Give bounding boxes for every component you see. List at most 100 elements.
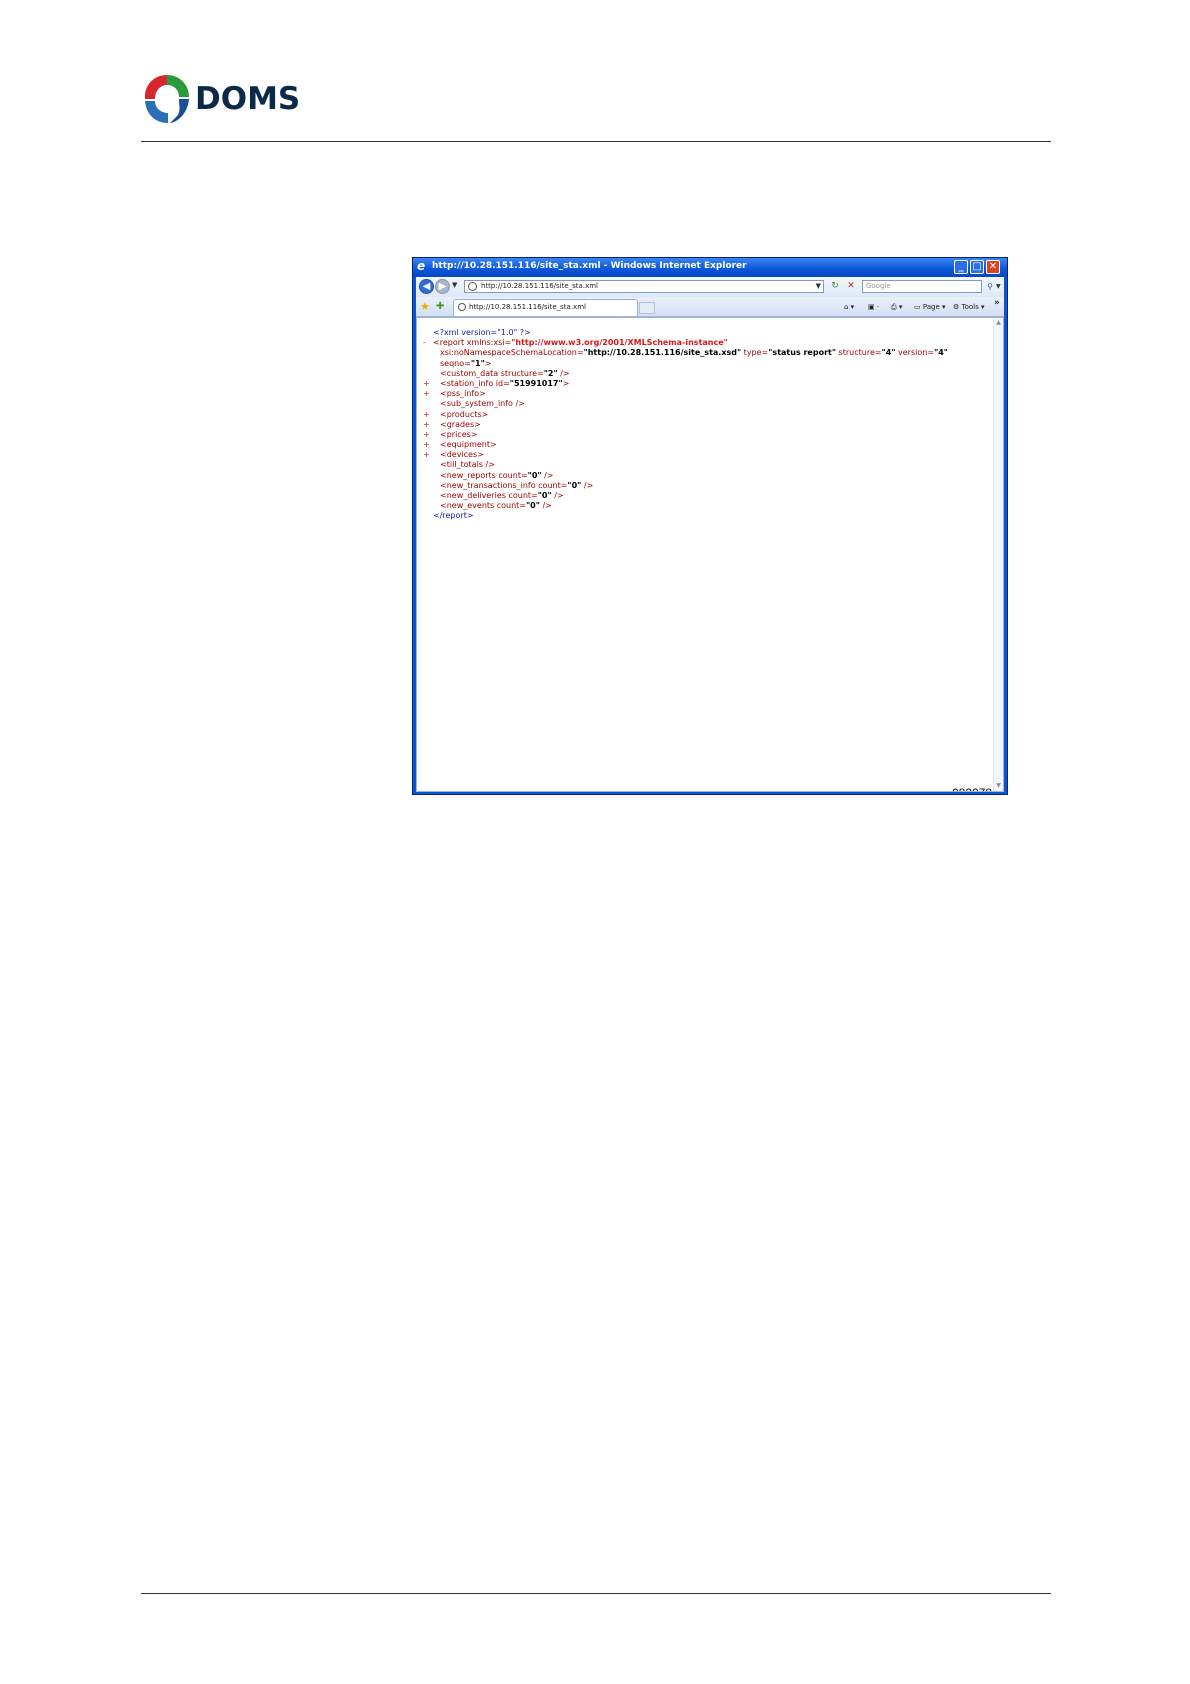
xml-tag: <equipment>	[440, 440, 497, 450]
xml-line: <till_totals />	[423, 460, 948, 470]
scroll-down-icon[interactable]: ▼	[994, 781, 1003, 791]
xml-tag: <grades>	[440, 419, 481, 429]
xml-tag: <till_totals />	[440, 460, 495, 470]
structure-value: "4"	[881, 348, 896, 358]
xml-value: "0"	[527, 470, 542, 480]
xml-line: <custom_data structure="2" />	[423, 369, 948, 379]
search-options-icon[interactable]: ▼	[996, 280, 1001, 293]
xml-value: "0"	[567, 480, 582, 490]
xml-tag-end: />	[541, 470, 554, 480]
tab-label: http://10.28.151.116/site_sta.xml	[469, 303, 586, 311]
version-attr: version=	[895, 348, 935, 358]
seqno-attr: seqno=	[440, 358, 471, 368]
history-dropdown-icon[interactable]: ▼	[452, 281, 457, 289]
xml-document: <?xml version="1.0" ?> - <report xmlns:x…	[423, 328, 948, 522]
search-icon[interactable]: ⚲	[984, 280, 996, 293]
ie-icon: e	[417, 259, 426, 273]
minimize-button[interactable]: _	[954, 260, 968, 274]
tab-row: ★ ✚ http://10.28.151.116/site_sta.xml ⌂ …	[416, 297, 1004, 317]
expand-toggle[interactable]: +	[423, 389, 431, 399]
address-row: ◀ ▶ ▼ http://10.28.151.116/site_sta.xml …	[416, 277, 1004, 297]
xml-tag: <new_deliveries count=	[440, 491, 538, 500]
xml-tag-end: />	[557, 368, 570, 378]
title-bar[interactable]: e http://10.28.151.116/site_sta.xml - Wi…	[413, 258, 1007, 277]
add-favorite-icon[interactable]: ✚	[436, 300, 444, 313]
page-icon: ▭	[914, 303, 921, 311]
scroll-up-icon[interactable]: ▲	[994, 318, 1003, 328]
print-icon[interactable]: ⎙ ▾	[891, 301, 902, 313]
forward-icon[interactable]: ▶	[435, 279, 450, 294]
xml-line: + <equipment>	[423, 440, 948, 450]
more-commands-icon[interactable]: »	[994, 298, 1000, 308]
search-input[interactable]: Google	[862, 280, 982, 293]
feeds-icon[interactable]: ▣ ·	[868, 301, 879, 313]
home-icon[interactable]: ⌂ ▾	[844, 301, 854, 313]
xmlns-value: "http://www.w3.org/2001/XMLSchema-instan…	[511, 338, 728, 348]
maximize-button[interactable]: □	[970, 260, 984, 274]
expand-toggle[interactable]: +	[423, 440, 431, 450]
report-tag: <report	[433, 338, 465, 348]
structure-attr: structure=	[836, 348, 882, 358]
xml-viewer: <?xml version="1.0" ?> - <report xmlns:x…	[416, 317, 1004, 792]
xml-tag-end: />	[539, 501, 552, 511]
page-menu[interactable]: ▭ Page ▾	[914, 301, 946, 313]
xml-line: <new_reports count="0" />	[423, 471, 948, 481]
xml-seqno: seqno="1">	[423, 359, 948, 369]
expand-toggle[interactable]: +	[423, 420, 431, 430]
tools-icon: ⚙	[953, 303, 960, 311]
expand-toggle[interactable]: +	[423, 450, 431, 460]
xml-line: + <grades>	[423, 420, 948, 430]
xml-report-attrs: xsi:noNamespaceSchemaLocation="http://10…	[423, 348, 948, 358]
back-icon[interactable]: ◀	[419, 279, 434, 294]
expand-toggle[interactable]: +	[423, 379, 431, 389]
header-rule	[141, 141, 1051, 142]
close-button[interactable]: ✕	[986, 260, 1000, 274]
xml-tag: <sub_system_info />	[440, 399, 525, 409]
xml-tag: <prices>	[440, 429, 478, 439]
xml-tag: <custom_data structure=	[440, 368, 544, 378]
refresh-icon[interactable]: ↻	[828, 280, 842, 293]
tools-menu-label: Tools	[961, 303, 979, 311]
collapse-toggle[interactable]: -	[423, 338, 431, 348]
xml-value: "0"	[526, 501, 540, 511]
tab-favicon-icon	[458, 303, 466, 311]
xml-tag: <new_events count=	[440, 501, 527, 511]
search-placeholder: Google	[866, 282, 891, 290]
favorites-star-icon[interactable]: ★	[420, 300, 430, 313]
xml-tag: <station_info id=	[440, 378, 510, 388]
seqno-close: >	[484, 358, 492, 368]
xml-line: + <devices>	[423, 450, 948, 460]
chevron-down-icon[interactable]: ▼	[816, 282, 821, 290]
xml-report-open: - <report xmlns:xsi="http://www.w3.org/2…	[423, 338, 728, 348]
seqno-value: "1"	[470, 358, 485, 368]
page-menu-label: Page	[922, 303, 940, 311]
new-tab-button[interactable]	[639, 302, 655, 314]
xml-value: "2"	[543, 368, 558, 378]
tools-menu[interactable]: ⚙ Tools ▾	[953, 301, 985, 313]
figure-id: 082078	[952, 786, 992, 791]
tab-site-sta[interactable]: http://10.28.151.116/site_sta.xml	[453, 299, 638, 316]
schema-attr: xsi:noNamespaceSchemaLocation=	[440, 348, 584, 358]
browser-client: ◀ ▶ ▼ http://10.28.151.116/site_sta.xml …	[416, 277, 1004, 792]
xml-line: <new_deliveries count="0" />	[423, 491, 948, 501]
xml-declaration-text: <?xml version="1.0" ?>	[433, 328, 531, 337]
doms-logo: DOMS	[141, 72, 300, 127]
type-attr: type=	[741, 348, 769, 358]
type-value: "status report"	[768, 348, 837, 358]
address-input[interactable]: http://10.28.151.116/site_sta.xml ▼	[464, 280, 824, 293]
xml-tag: <products>	[440, 409, 489, 419]
expand-toggle[interactable]: +	[423, 410, 431, 420]
expand-toggle[interactable]: +	[423, 430, 431, 440]
report-close-tag: </report>	[433, 511, 474, 521]
stop-icon[interactable]: ✕	[844, 280, 858, 293]
xml-line: <sub_system_info />	[423, 399, 948, 409]
window-title: http://10.28.151.116/site_sta.xml - Wind…	[432, 261, 747, 271]
xml-tag: <new_transactions_info count=	[440, 480, 568, 490]
xml-tag-end: >	[562, 378, 570, 388]
xml-report-close: </report>	[423, 511, 948, 521]
xml-tag-end: />	[551, 491, 564, 500]
doms-logo-text: DOMS	[195, 81, 301, 117]
vertical-scrollbar[interactable]: ▲ ▼	[993, 318, 1003, 791]
version-value: "4"	[934, 348, 948, 358]
xml-tag-end: />	[581, 480, 594, 490]
